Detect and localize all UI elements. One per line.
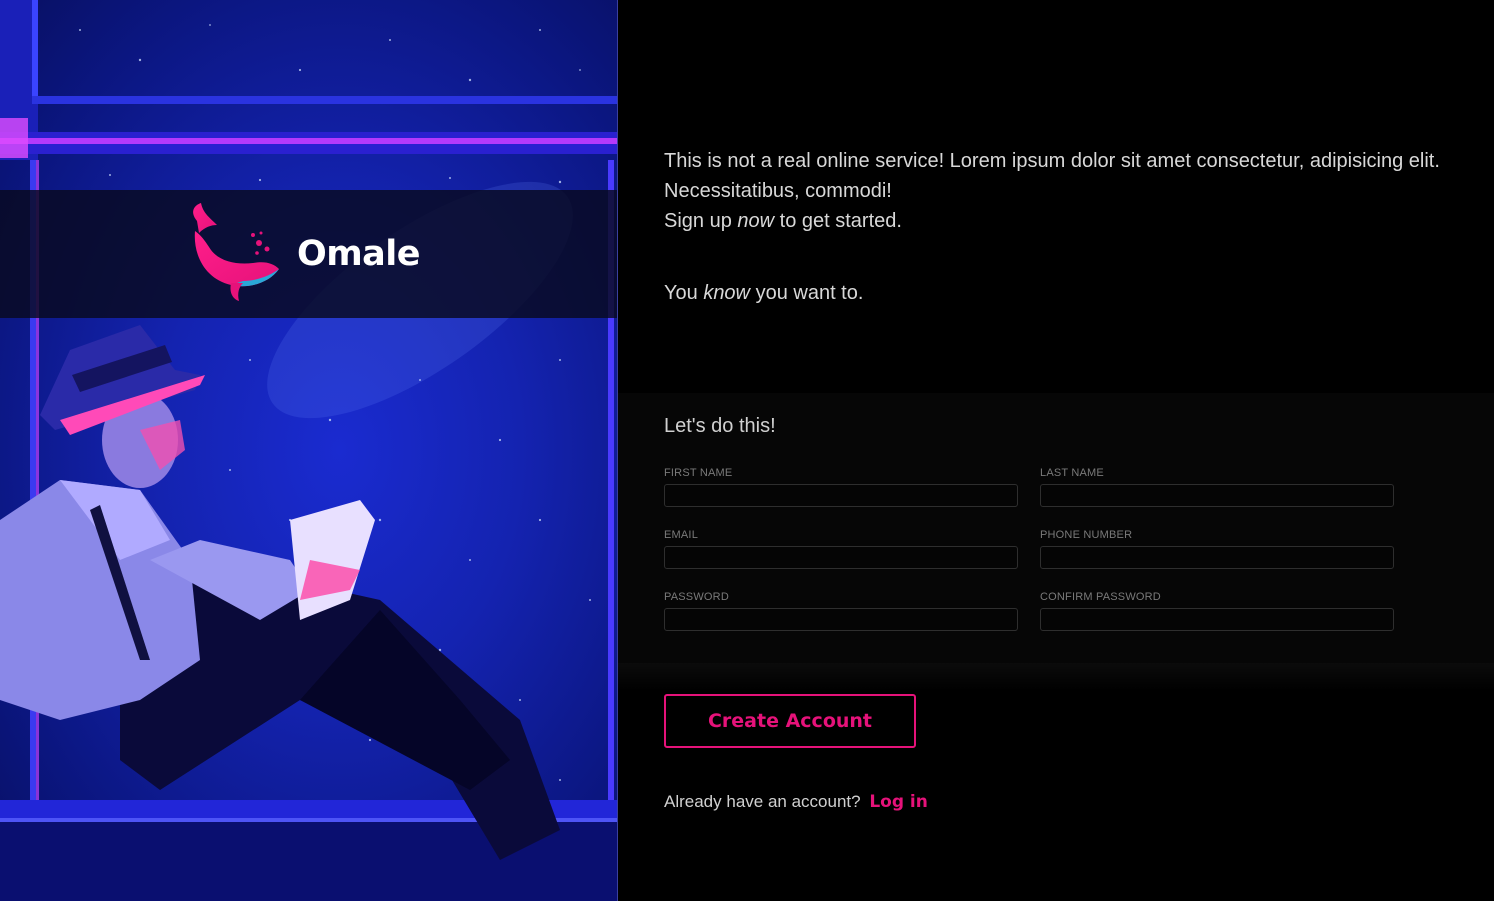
confirm-password-field: CONFIRM PASSWORD <box>1040 591 1394 631</box>
intro-line-1: This is not a real online service! Lorem… <box>664 150 1440 202</box>
intro-line-2: Sign up now to get started. <box>664 210 902 232</box>
login-prompt: Already have an account? Log in <box>664 792 928 812</box>
confirm-password-label: CONFIRM PASSWORD <box>1040 591 1161 603</box>
brand[interactable]: Omale <box>187 203 421 305</box>
first-name-field: FIRST NAME <box>664 467 1018 507</box>
password-label: PASSWORD <box>664 591 729 603</box>
whale-icon <box>187 203 283 305</box>
intro-text: This is not a real online service! Lorem… <box>664 146 1464 236</box>
intro-line-3: You know you want to. <box>664 282 864 304</box>
last-name-field: LAST NAME <box>1040 467 1394 507</box>
signup-page: Omale This is not a real online service!… <box>0 0 1494 901</box>
phone-field: PHONE NUMBER <box>1040 529 1394 569</box>
last-name-input[interactable] <box>1040 484 1394 507</box>
phone-input[interactable] <box>1040 546 1394 569</box>
last-name-label: LAST NAME <box>1040 467 1104 479</box>
signup-form: Let's do this! FIRST NAME LAST NAME EMAI… <box>618 393 1494 691</box>
hero-image <box>0 0 617 901</box>
email-field: EMAIL <box>664 529 1018 569</box>
password-input[interactable] <box>664 608 1018 631</box>
create-account-button[interactable]: Create Account <box>664 694 916 748</box>
password-field: PASSWORD <box>664 591 1018 631</box>
hero-panel: Omale <box>0 0 617 901</box>
signup-content: This is not a real online service! Lorem… <box>618 0 1494 901</box>
email-label: EMAIL <box>664 529 699 541</box>
login-prompt-text: Already have an account? <box>664 792 861 811</box>
first-name-input[interactable] <box>664 484 1018 507</box>
email-input[interactable] <box>664 546 1018 569</box>
brand-bar: Omale <box>0 190 617 318</box>
login-link[interactable]: Log in <box>869 792 928 812</box>
phone-label: PHONE NUMBER <box>1040 529 1133 541</box>
form-title: Let's do this! <box>664 415 776 437</box>
brand-name: Omale <box>296 234 421 274</box>
first-name-label: FIRST NAME <box>664 467 733 479</box>
confirm-password-input[interactable] <box>1040 608 1394 631</box>
